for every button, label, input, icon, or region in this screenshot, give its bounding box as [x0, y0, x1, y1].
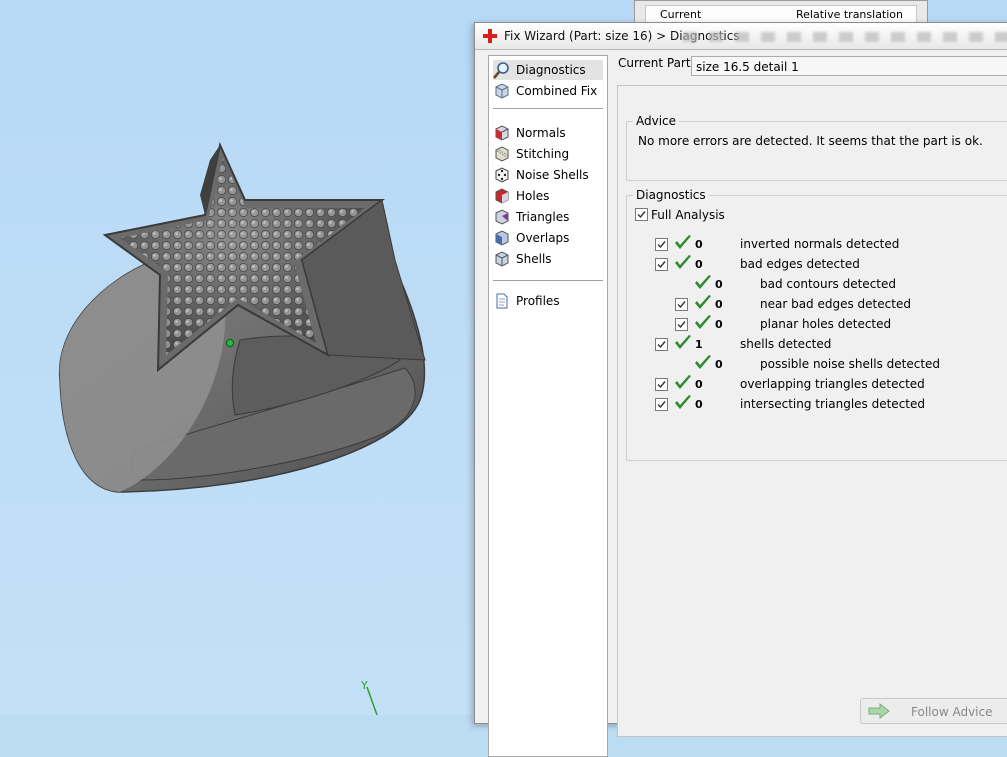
sidebar-item-overlaps[interactable]: Overlaps	[493, 228, 603, 248]
sidebar-item-label: Noise Shells	[516, 168, 589, 182]
diagnostic-count: 0	[695, 238, 703, 251]
y-axis-indicator: Y	[360, 679, 378, 715]
diagnostic-checkbox[interactable]	[655, 258, 668, 271]
diagnostic-label: bad edges detected	[740, 257, 860, 271]
checkmark-icon	[657, 381, 666, 389]
dice-icon	[495, 167, 509, 183]
sidebar-item-stitching[interactable]: Stitching	[493, 144, 603, 164]
green-check-icon	[695, 275, 711, 289]
diagnostic-label: overlapping triangles detected	[740, 377, 925, 391]
cube-icon	[495, 83, 509, 99]
sidebar-item-holes[interactable]: Holes	[493, 186, 603, 206]
red-cross-icon	[483, 29, 497, 43]
green-check-icon	[675, 375, 691, 389]
sidebar-item-label: Overlaps	[516, 231, 570, 245]
holes-cube-icon	[495, 188, 509, 204]
sidebar-item-triangles[interactable]: Triangles	[493, 207, 603, 227]
diagnostic-count: 0	[715, 278, 723, 291]
advice-title: Advice	[633, 114, 680, 128]
shells-cube-icon	[495, 251, 509, 267]
sidebar-item-label: Stitching	[516, 147, 570, 161]
diagnostic-count: 0	[695, 398, 703, 411]
diagnostic-label: near bad edges detected	[760, 297, 911, 311]
diagnostic-count: 0	[715, 298, 723, 311]
star-ring-model[interactable]	[40, 130, 440, 500]
triangles-cube-icon	[495, 209, 509, 225]
fix-wizard-window: Fix Wizard (Part: size 16) > Diagnostics…	[474, 22, 1007, 757]
diagnostic-count: 0	[715, 358, 723, 371]
full-analysis-label: Full Analysis	[651, 208, 725, 222]
green-check-icon	[675, 235, 691, 249]
green-check-icon	[675, 335, 691, 349]
diagnostic-count: 1	[695, 338, 703, 351]
green-check-icon	[675, 255, 691, 269]
checkmark-icon	[657, 241, 666, 249]
checkmark-icon	[657, 261, 666, 269]
magnifier-icon	[493, 62, 509, 79]
wizard-sidebar: Diagnostics Combined Fix Normals Stitchi…	[488, 55, 608, 757]
diagnostic-label: planar holes detected	[760, 317, 892, 331]
advice-text: No more errors are detected. It seems th…	[638, 134, 983, 148]
green-check-icon	[695, 295, 711, 309]
follow-advice-label: Follow Advice	[911, 705, 993, 719]
sidebar-item-label: Combined Fix	[516, 84, 598, 98]
diagnostic-checkbox[interactable]	[655, 338, 668, 351]
sidebar-item-noise-shells[interactable]: Noise Shells	[493, 165, 603, 185]
sidebar-separator	[493, 108, 603, 109]
stitching-cube-icon	[495, 146, 509, 162]
diagnostic-count: 0	[715, 318, 723, 331]
sidebar-item-shells[interactable]: Shells	[493, 249, 603, 269]
checkmark-icon	[677, 301, 686, 309]
diagnostic-checkbox[interactable]	[655, 398, 668, 411]
sidebar-item-profiles[interactable]: Profiles	[493, 291, 603, 311]
green-check-icon	[695, 315, 711, 329]
advice-group: Advice No more errors are detected. It s…	[626, 114, 1007, 181]
sidebar-separator	[493, 280, 603, 281]
diagnostic-checkbox[interactable]	[655, 238, 668, 251]
diagnostic-label: shells detected	[740, 337, 832, 351]
diagnostic-label: intersecting triangles detected	[740, 397, 925, 411]
sidebar-item-label: Diagnostics	[516, 63, 586, 77]
sidebar-item-normals[interactable]: Normals	[493, 123, 603, 143]
arrow-right-icon	[868, 702, 890, 720]
diagnostic-label: bad contours detected	[760, 277, 896, 291]
diagnostic-count: 0	[695, 258, 703, 271]
blurred-background-text	[683, 32, 1007, 42]
diagnostic-label: inverted normals detected	[740, 237, 900, 251]
sidebar-item-label: Triangles	[516, 210, 570, 224]
diagnostics-title: Diagnostics	[633, 188, 709, 202]
green-check-icon	[675, 395, 691, 409]
sidebar-item-label: Holes	[516, 189, 550, 203]
full-analysis-checkbox[interactable]	[635, 208, 648, 221]
checkmark-icon	[657, 341, 666, 349]
sidebar-item-label: Profiles	[516, 294, 560, 308]
diagnostic-checkbox[interactable]	[675, 298, 688, 311]
sidebar-item-combined-fix[interactable]: Combined Fix	[493, 81, 603, 101]
diagnostic-count: 0	[695, 378, 703, 391]
follow-advice-button[interactable]: Follow Advice	[860, 698, 1007, 724]
sidebar-item-diagnostics[interactable]: Diagnostics	[493, 60, 603, 80]
checkmark-icon	[677, 321, 686, 329]
svg-text:Y: Y	[360, 679, 368, 692]
document-icon	[496, 293, 508, 309]
overlaps-cube-icon	[495, 230, 509, 246]
title-bar[interactable]: Fix Wizard (Part: size 16) > Diagnostics	[475, 23, 1007, 50]
checkmark-icon	[657, 401, 666, 409]
diagnostic-label: possible noise shells detected	[760, 357, 941, 371]
green-check-icon	[695, 355, 711, 369]
checkmark-icon	[637, 211, 646, 219]
current-part-label: Current Part:	[618, 56, 695, 70]
current-part-select[interactable]: size 16.5 detail 1	[691, 56, 1007, 76]
diagnostic-checkbox[interactable]	[655, 378, 668, 391]
normals-cube-icon	[495, 125, 509, 141]
sidebar-item-label: Normals	[516, 126, 566, 140]
diagnostic-checkbox[interactable]	[675, 318, 688, 331]
sidebar-item-label: Shells	[516, 252, 552, 266]
